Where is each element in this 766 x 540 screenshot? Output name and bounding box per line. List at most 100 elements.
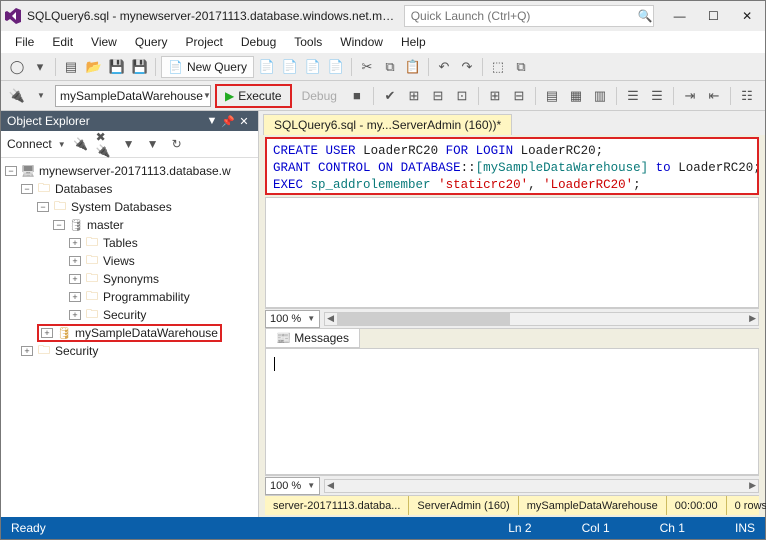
connect-label[interactable]: Connect bbox=[7, 137, 52, 151]
execute-label: Execute bbox=[238, 89, 281, 103]
tree-security-master[interactable]: Security bbox=[103, 308, 146, 322]
close-button[interactable]: ✕ bbox=[733, 2, 761, 30]
dropdown-icon[interactable]: ▼ bbox=[204, 115, 220, 127]
specify-values-icon[interactable]: ☷ bbox=[737, 86, 757, 106]
open-icon[interactable]: 📂 bbox=[84, 57, 104, 77]
new-project-icon[interactable]: ▤ bbox=[61, 57, 81, 77]
tree-security[interactable]: Security bbox=[55, 344, 98, 358]
indent-icon[interactable]: ⇥ bbox=[680, 86, 700, 106]
expand-icon[interactable]: + bbox=[69, 256, 81, 266]
nav-back-icon[interactable]: ◯ bbox=[7, 57, 27, 77]
paste-icon[interactable]: 📋 bbox=[403, 57, 423, 77]
tab-sqlquery6[interactable]: SQLQuery6.sql - my...ServerAdmin (160))* bbox=[263, 114, 512, 135]
expand-icon[interactable]: − bbox=[37, 202, 49, 212]
redo-icon[interactable]: ↷ bbox=[457, 57, 477, 77]
database-selector-value: mySampleDataWarehouse bbox=[60, 89, 203, 103]
pin-icon[interactable]: 📌 bbox=[220, 115, 236, 128]
copy-icon[interactable]: ⧉ bbox=[380, 57, 400, 77]
script-dax-icon[interactable]: 📄 bbox=[326, 57, 346, 77]
change-connection-icon[interactable]: 🔌 bbox=[7, 86, 27, 106]
expand-icon[interactable]: + bbox=[69, 238, 81, 248]
debug-button: Debug bbox=[296, 89, 343, 103]
results-text-icon[interactable]: ▤ bbox=[542, 86, 562, 106]
script-mdx-icon[interactable]: 📄 bbox=[257, 57, 277, 77]
cancel-query-icon[interactable]: ■ bbox=[347, 86, 367, 106]
expand-icon[interactable]: + bbox=[41, 328, 53, 338]
refresh-icon[interactable]: ↻ bbox=[168, 135, 186, 153]
code-editor-blank[interactable] bbox=[265, 197, 759, 308]
stop-icon[interactable]: ▼ bbox=[120, 135, 138, 153]
expand-icon[interactable]: + bbox=[21, 346, 33, 356]
menu-query[interactable]: Query bbox=[127, 33, 176, 51]
results-grid-icon[interactable]: ▦ bbox=[566, 86, 586, 106]
tree-tables[interactable]: Tables bbox=[103, 236, 138, 250]
h-scrollbar[interactable]: ◀▶ bbox=[324, 312, 759, 326]
save-all-icon[interactable]: 💾 bbox=[130, 57, 150, 77]
outdent-icon[interactable]: ⇤ bbox=[704, 86, 724, 106]
save-icon[interactable]: 💾 bbox=[107, 57, 127, 77]
h-scrollbar-results[interactable]: ◀▶ bbox=[324, 479, 759, 493]
expand-icon[interactable]: + bbox=[69, 292, 81, 302]
expand-icon[interactable]: − bbox=[53, 220, 65, 230]
tree-server[interactable]: mynewserver-20171113.database.w bbox=[39, 164, 231, 178]
menu-view[interactable]: View bbox=[83, 33, 125, 51]
query-options-icon[interactable]: ⊟ bbox=[428, 86, 448, 106]
menu-project[interactable]: Project bbox=[178, 33, 231, 51]
tree-views[interactable]: Views bbox=[103, 254, 135, 268]
expand-icon[interactable]: + bbox=[69, 274, 81, 284]
estimated-plan-icon[interactable]: ⊞ bbox=[404, 86, 424, 106]
tree-programmability[interactable]: Programmability bbox=[103, 290, 190, 304]
tab-messages[interactable]: 📰 Messages bbox=[265, 329, 360, 348]
close-pane-icon[interactable]: ✕ bbox=[236, 115, 252, 128]
include-stats-icon[interactable]: ⊟ bbox=[509, 86, 529, 106]
object-tree[interactable]: −🖥mynewserver-20171113.database.w −🗀Data… bbox=[1, 158, 258, 517]
quick-launch-input[interactable] bbox=[404, 5, 654, 27]
parse-icon[interactable]: ✔ bbox=[380, 86, 400, 106]
script-dmx-icon[interactable]: 📄 bbox=[280, 57, 300, 77]
solution-icon[interactable]: ⧉ bbox=[511, 57, 531, 77]
uncomment-icon[interactable]: ☰ bbox=[647, 86, 667, 106]
include-plan-icon[interactable]: ⊞ bbox=[485, 86, 505, 106]
status-col: Col 1 bbox=[582, 521, 610, 535]
expand-icon[interactable]: + bbox=[69, 310, 81, 320]
menu-tools[interactable]: Tools bbox=[286, 33, 330, 51]
quick-launch[interactable] bbox=[404, 5, 654, 27]
change-connection-dd[interactable]: ▼ bbox=[31, 86, 51, 106]
connect-icon[interactable]: 🔌 bbox=[72, 135, 90, 153]
script-xmla-icon[interactable]: 📄 bbox=[303, 57, 323, 77]
tree-sysdbs[interactable]: System Databases bbox=[71, 200, 172, 214]
filter-icon[interactable]: ▼ bbox=[144, 135, 162, 153]
messages-panel[interactable] bbox=[265, 348, 759, 475]
menu-file[interactable]: File bbox=[7, 33, 42, 51]
cut-icon[interactable]: ✂ bbox=[357, 57, 377, 77]
code-editor[interactable]: CREATE USER LoaderRC20 FOR LOGIN LoaderR… bbox=[265, 137, 759, 195]
minimize-button[interactable]: — bbox=[666, 2, 694, 30]
comment-icon[interactable]: ☰ bbox=[623, 86, 643, 106]
content-area: Object Explorer ▼ 📌 ✕ Connect▼ 🔌 ✖🔌 ▼ ▼ … bbox=[1, 111, 765, 517]
intellisense-icon[interactable]: ⊡ bbox=[452, 86, 472, 106]
menu-edit[interactable]: Edit bbox=[44, 33, 81, 51]
expand-icon[interactable]: − bbox=[5, 166, 17, 176]
database-selector[interactable]: mySampleDataWarehouse ▼ bbox=[55, 85, 211, 107]
toolbar-sql: 🔌 ▼ mySampleDataWarehouse ▼ ▶ Execute De… bbox=[1, 81, 765, 111]
object-explorer-title-text: Object Explorer bbox=[7, 114, 90, 128]
folder-icon: 🗀 bbox=[84, 272, 100, 286]
activity-icon[interactable]: ⬚ bbox=[488, 57, 508, 77]
zoom-selector[interactable]: 100 %▼ bbox=[265, 310, 320, 328]
menu-debug[interactable]: Debug bbox=[233, 33, 284, 51]
zoom-selector-results[interactable]: 100 %▼ bbox=[265, 477, 320, 495]
menu-help[interactable]: Help bbox=[393, 33, 434, 51]
menu-window[interactable]: Window bbox=[332, 33, 391, 51]
execute-button[interactable]: ▶ Execute bbox=[215, 84, 292, 108]
undo-icon[interactable]: ↶ bbox=[434, 57, 454, 77]
tree-synonyms[interactable]: Synonyms bbox=[103, 272, 159, 286]
maximize-button[interactable]: ☐ bbox=[699, 2, 727, 30]
nav-fwd-icon[interactable]: ▾ bbox=[30, 57, 50, 77]
new-query-button[interactable]: 📄 New Query bbox=[161, 56, 254, 78]
tree-databases[interactable]: Databases bbox=[55, 182, 112, 196]
results-file-icon[interactable]: ▥ bbox=[590, 86, 610, 106]
expand-icon[interactable]: − bbox=[21, 184, 33, 194]
tree-master[interactable]: master bbox=[87, 218, 124, 232]
disconnect-icon[interactable]: ✖🔌 bbox=[96, 135, 114, 153]
tree-mysample[interactable]: mySampleDataWarehouse bbox=[75, 326, 218, 340]
